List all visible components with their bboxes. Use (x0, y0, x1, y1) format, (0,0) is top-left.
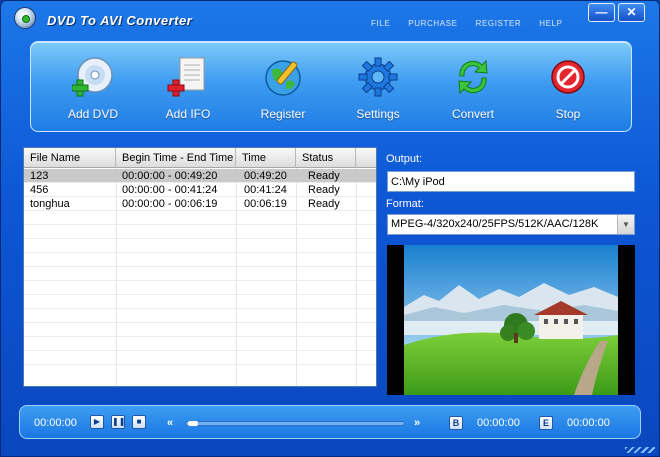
add-ifo-icon (167, 57, 205, 97)
table-row[interactable]: tonghua 00:00:00 - 00:06:19 00:06:19 Rea… (24, 197, 376, 211)
add-ifo-label: Add IFO (165, 107, 211, 121)
settings-label: Settings (356, 107, 400, 121)
play-button[interactable]: ▶ (90, 415, 104, 429)
title-bar: DVD To AVI Converter FILE PURCHASE REGIS… (1, 1, 659, 33)
end-mark-button[interactable]: E (539, 416, 553, 430)
empty-row (24, 239, 376, 253)
cell-time: 00:41:24 (244, 184, 287, 196)
table-row[interactable]: 456 00:00:00 - 00:41:24 00:41:24 Ready (24, 183, 376, 197)
seek-slider[interactable] (185, 421, 405, 426)
list-header: File Name Begin Time - End Time Time Sta… (24, 148, 376, 168)
cell-status: Ready (308, 184, 340, 196)
output-label: Output: (386, 153, 423, 165)
column-time[interactable]: Time (236, 148, 296, 168)
column-begin-end-time[interactable]: Begin Time - End Time (116, 148, 236, 168)
table-row[interactable]: 123 00:00:00 - 00:49:20 00:49:20 Ready (24, 169, 376, 183)
add-dvd-icon (72, 57, 113, 97)
chevron-down-icon[interactable]: ▼ (617, 215, 634, 234)
stop-playback-button[interactable]: ■ (132, 415, 146, 429)
cell-file-name: 123 (30, 170, 49, 182)
register-button[interactable]: Register (241, 52, 325, 128)
empty-row (24, 309, 376, 323)
end-time: 00:00:00 (567, 417, 610, 429)
current-time: 00:00:00 (34, 417, 77, 429)
convert-button[interactable]: Convert (431, 52, 515, 128)
convert-label: Convert (451, 107, 495, 121)
register-label: Register (260, 107, 306, 121)
menu-help[interactable]: HELP (539, 19, 562, 28)
empty-row (24, 337, 376, 351)
menu-file[interactable]: FILE (371, 19, 390, 28)
cell-time: 00:06:19 (244, 198, 287, 210)
seek-back-icon[interactable]: « (167, 417, 173, 429)
app-window: DVD To AVI Converter FILE PURCHASE REGIS… (0, 0, 660, 457)
cell-time-range: 00:00:00 - 00:49:20 (122, 170, 218, 182)
begin-mark-button[interactable]: B (449, 416, 463, 430)
register-icon (265, 60, 301, 96)
cell-time: 00:49:20 (244, 170, 287, 182)
column-status[interactable]: Status (296, 148, 356, 168)
cell-status: Ready (308, 170, 340, 182)
format-label: Format: (386, 198, 424, 210)
stop-icon (551, 60, 585, 94)
cell-time-range: 00:00:00 - 00:06:19 (122, 198, 218, 210)
convert-icon (458, 59, 488, 95)
cell-file-name: 456 (30, 184, 49, 196)
stop-button[interactable]: Stop (526, 52, 610, 128)
list-rows: 123 00:00:00 - 00:49:20 00:49:20 Ready 4… (24, 169, 376, 365)
gear-icon (358, 57, 398, 97)
resize-grip-icon[interactable] (625, 447, 655, 453)
player-bar: 00:00:00 ▶ ❚❚ ■ « » B 00:00:00 E 00:00:0… (19, 405, 641, 439)
add-ifo-button[interactable]: Add IFO (146, 52, 230, 128)
empty-row (24, 295, 376, 309)
app-logo-icon (14, 7, 36, 29)
settings-button[interactable]: Settings (336, 52, 420, 128)
cell-time-range: 00:00:00 - 00:41:24 (122, 184, 218, 196)
file-list[interactable]: File Name Begin Time - End Time Time Sta… (23, 147, 377, 387)
seek-forward-icon[interactable]: » (414, 417, 420, 429)
empty-row (24, 253, 376, 267)
menu-bar: FILE PURCHASE REGISTER HELP (371, 19, 581, 28)
begin-time: 00:00:00 (477, 417, 520, 429)
seek-thumb[interactable] (188, 421, 198, 426)
minimize-button[interactable]: — (588, 3, 615, 22)
window-title: DVD To AVI Converter (47, 13, 193, 28)
column-file-name[interactable]: File Name (24, 148, 116, 168)
empty-row (24, 225, 376, 239)
cell-file-name: tonghua (30, 198, 70, 210)
empty-row (24, 323, 376, 337)
menu-purchase[interactable]: PURCHASE (408, 19, 457, 28)
output-path-field[interactable] (387, 171, 635, 192)
toolbar: Add DVD Add IFO Register Settings Conver… (30, 41, 632, 132)
empty-row (24, 211, 376, 225)
stop-label: Stop (555, 107, 581, 121)
add-dvd-label: Add DVD (67, 107, 119, 121)
menu-register[interactable]: REGISTER (476, 19, 522, 28)
format-select[interactable]: MPEG-4/320x240/25FPS/512K/AAC/128K ▼ (387, 214, 635, 235)
format-selected-value: MPEG-4/320x240/25FPS/512K/AAC/128K (391, 218, 599, 230)
add-dvd-button[interactable]: Add DVD (51, 52, 135, 128)
pause-button[interactable]: ❚❚ (111, 415, 125, 429)
empty-row (24, 351, 376, 365)
video-preview (387, 245, 635, 395)
empty-row (24, 281, 376, 295)
preview-image (404, 245, 618, 395)
empty-row (24, 267, 376, 281)
close-button[interactable]: ✕ (618, 3, 645, 22)
cell-status: Ready (308, 198, 340, 210)
